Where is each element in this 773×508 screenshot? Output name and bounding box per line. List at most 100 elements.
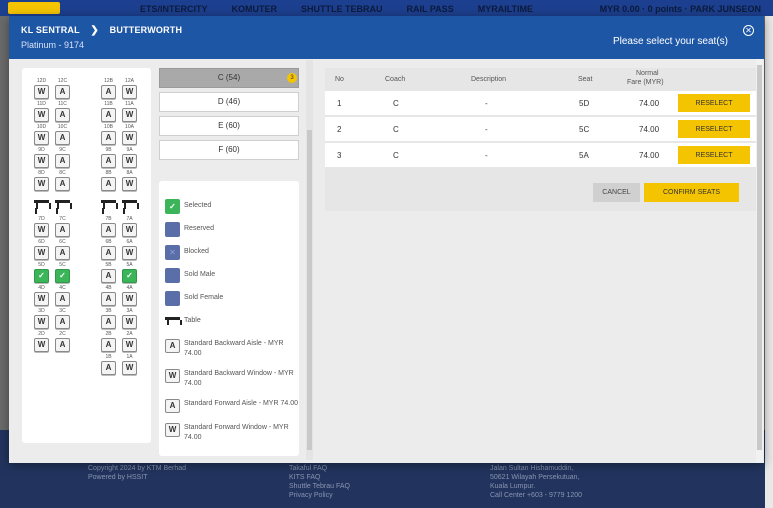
- footer-link[interactable]: KITS FAQ: [289, 473, 350, 482]
- seat-button[interactable]: W: [34, 177, 49, 191]
- seat-button[interactable]: A: [55, 338, 70, 352]
- seat-button[interactable]: A: [55, 223, 70, 237]
- seat-button[interactable]: W: [122, 85, 137, 99]
- seat[interactable]: 11A W: [122, 101, 137, 125]
- close-icon[interactable]: ✕: [743, 25, 754, 36]
- seat[interactable]: 8D W: [34, 170, 49, 194]
- seat-button[interactable]: A: [101, 131, 116, 145]
- seat[interactable]: 10D W: [34, 124, 49, 148]
- seat[interactable]: 4B A: [101, 285, 116, 309]
- seat[interactable]: 7D W: [34, 216, 49, 240]
- seat[interactable]: 11B A: [101, 101, 116, 125]
- seat-button[interactable]: A: [101, 246, 116, 260]
- seat-button[interactable]: W: [122, 361, 137, 375]
- seat[interactable]: 6B A: [101, 239, 116, 263]
- seat-button[interactable]: A: [55, 292, 70, 306]
- seat[interactable]: 10C A: [55, 124, 70, 148]
- seat-button[interactable]: A: [55, 177, 70, 191]
- seat-button[interactable]: W: [34, 246, 49, 260]
- seat-button[interactable]: W: [122, 108, 137, 122]
- seat[interactable]: 10A W: [122, 124, 137, 148]
- seat[interactable]: 6A W: [122, 239, 137, 263]
- nav-item[interactable]: MYRAILTIME: [478, 4, 533, 14]
- seat[interactable]: 3C A: [55, 308, 70, 332]
- seat-button[interactable]: W: [122, 315, 137, 329]
- seat[interactable]: 8B A: [101, 170, 116, 194]
- seat[interactable]: 9B A: [101, 147, 116, 171]
- seat[interactable]: 5A ✓: [122, 262, 137, 286]
- seat[interactable]: 1B A: [101, 354, 116, 378]
- seat-button[interactable]: A: [55, 315, 70, 329]
- seat[interactable]: 2C A: [55, 331, 70, 355]
- seat-button[interactable]: W: [34, 108, 49, 122]
- seat-button[interactable]: A: [101, 154, 116, 168]
- seat[interactable]: 8A W: [122, 170, 137, 194]
- seat-button[interactable]: A: [101, 85, 116, 99]
- selected-seat-check-icon[interactable]: ✓: [122, 269, 137, 283]
- scrollbar-thumb[interactable]: [307, 130, 312, 450]
- seat[interactable]: 6D W: [34, 239, 49, 263]
- seat[interactable]: 11C A: [55, 101, 70, 125]
- seat-button[interactable]: W: [34, 292, 49, 306]
- seat[interactable]: 6C A: [55, 239, 70, 263]
- seat-button[interactable]: A: [101, 292, 116, 306]
- selected-seat-check-icon[interactable]: ✓: [34, 269, 49, 283]
- reselect-button[interactable]: RESELECT: [678, 146, 750, 164]
- coach-tab[interactable]: C (54) 3: [159, 68, 299, 88]
- seat[interactable]: 5D ✓: [34, 262, 49, 286]
- coach-tab[interactable]: D (46): [159, 92, 299, 112]
- seat-button[interactable]: A: [101, 108, 116, 122]
- page-scrollbar[interactable]: [765, 16, 773, 508]
- seat[interactable]: 5C ✓: [55, 262, 70, 286]
- seat-button[interactable]: W: [34, 315, 49, 329]
- seat[interactable]: 1A W: [122, 354, 137, 378]
- nav-item[interactable]: ETS/INTERCITY: [140, 4, 208, 14]
- confirm-seats-button[interactable]: CONFIRM SEATS: [644, 183, 739, 202]
- seat-button[interactable]: W: [34, 131, 49, 145]
- seat-button[interactable]: W: [34, 223, 49, 237]
- nav-item[interactable]: KOMUTER: [232, 4, 278, 14]
- nav-item[interactable]: RAIL PASS: [407, 4, 454, 14]
- seat-button[interactable]: W: [122, 246, 137, 260]
- nav-item[interactable]: SHUTTLE TEBRAU: [301, 4, 383, 14]
- seat-button[interactable]: A: [101, 361, 116, 375]
- seat-button[interactable]: A: [101, 338, 116, 352]
- seat[interactable]: 7C A: [55, 216, 70, 240]
- seat-button[interactable]: A: [55, 85, 70, 99]
- seat[interactable]: 7A W: [122, 216, 137, 240]
- cancel-button[interactable]: CANCEL: [593, 183, 640, 202]
- reselect-button[interactable]: RESELECT: [678, 94, 750, 112]
- seat[interactable]: 12B A: [101, 78, 116, 102]
- seat[interactable]: 3D W: [34, 308, 49, 332]
- seat[interactable]: 4C A: [55, 285, 70, 309]
- footer-link[interactable]: Takaful FAQ: [289, 464, 350, 473]
- selected-seat-check-icon[interactable]: ✓: [55, 269, 70, 283]
- seat[interactable]: 11D W: [34, 101, 49, 125]
- seat[interactable]: 2A W: [122, 331, 137, 355]
- seat[interactable]: 2D W: [34, 331, 49, 355]
- coach-tab[interactable]: E (60): [159, 116, 299, 136]
- seat-button[interactable]: W: [122, 223, 137, 237]
- seat-button[interactable]: W: [34, 154, 49, 168]
- seat[interactable]: 3B A: [101, 308, 116, 332]
- seat-button[interactable]: A: [101, 315, 116, 329]
- reselect-button[interactable]: RESELECT: [678, 120, 750, 138]
- footer-link[interactable]: Shuttle Tebrau FAQ: [289, 482, 350, 491]
- seat[interactable]: 10B A: [101, 124, 116, 148]
- seat-button[interactable]: A: [55, 246, 70, 260]
- seat-button[interactable]: W: [122, 154, 137, 168]
- seat[interactable]: 9C A: [55, 147, 70, 171]
- seat[interactable]: 4A W: [122, 285, 137, 309]
- coach-scrollbar[interactable]: [306, 60, 313, 460]
- seat-button[interactable]: A: [55, 154, 70, 168]
- seat[interactable]: 12C A: [55, 78, 70, 102]
- seat-button[interactable]: W: [122, 338, 137, 352]
- seat-button[interactable]: A: [101, 177, 116, 191]
- seat[interactable]: 4D W: [34, 285, 49, 309]
- seat-button[interactable]: A: [101, 269, 116, 283]
- coach-tab[interactable]: F (60): [159, 140, 299, 160]
- seat-button[interactable]: A: [55, 131, 70, 145]
- account-info[interactable]: MYR 0.00 · 0 points · PARK JUNSEON: [600, 4, 761, 14]
- seat-button[interactable]: A: [55, 108, 70, 122]
- seat-button[interactable]: W: [34, 85, 49, 99]
